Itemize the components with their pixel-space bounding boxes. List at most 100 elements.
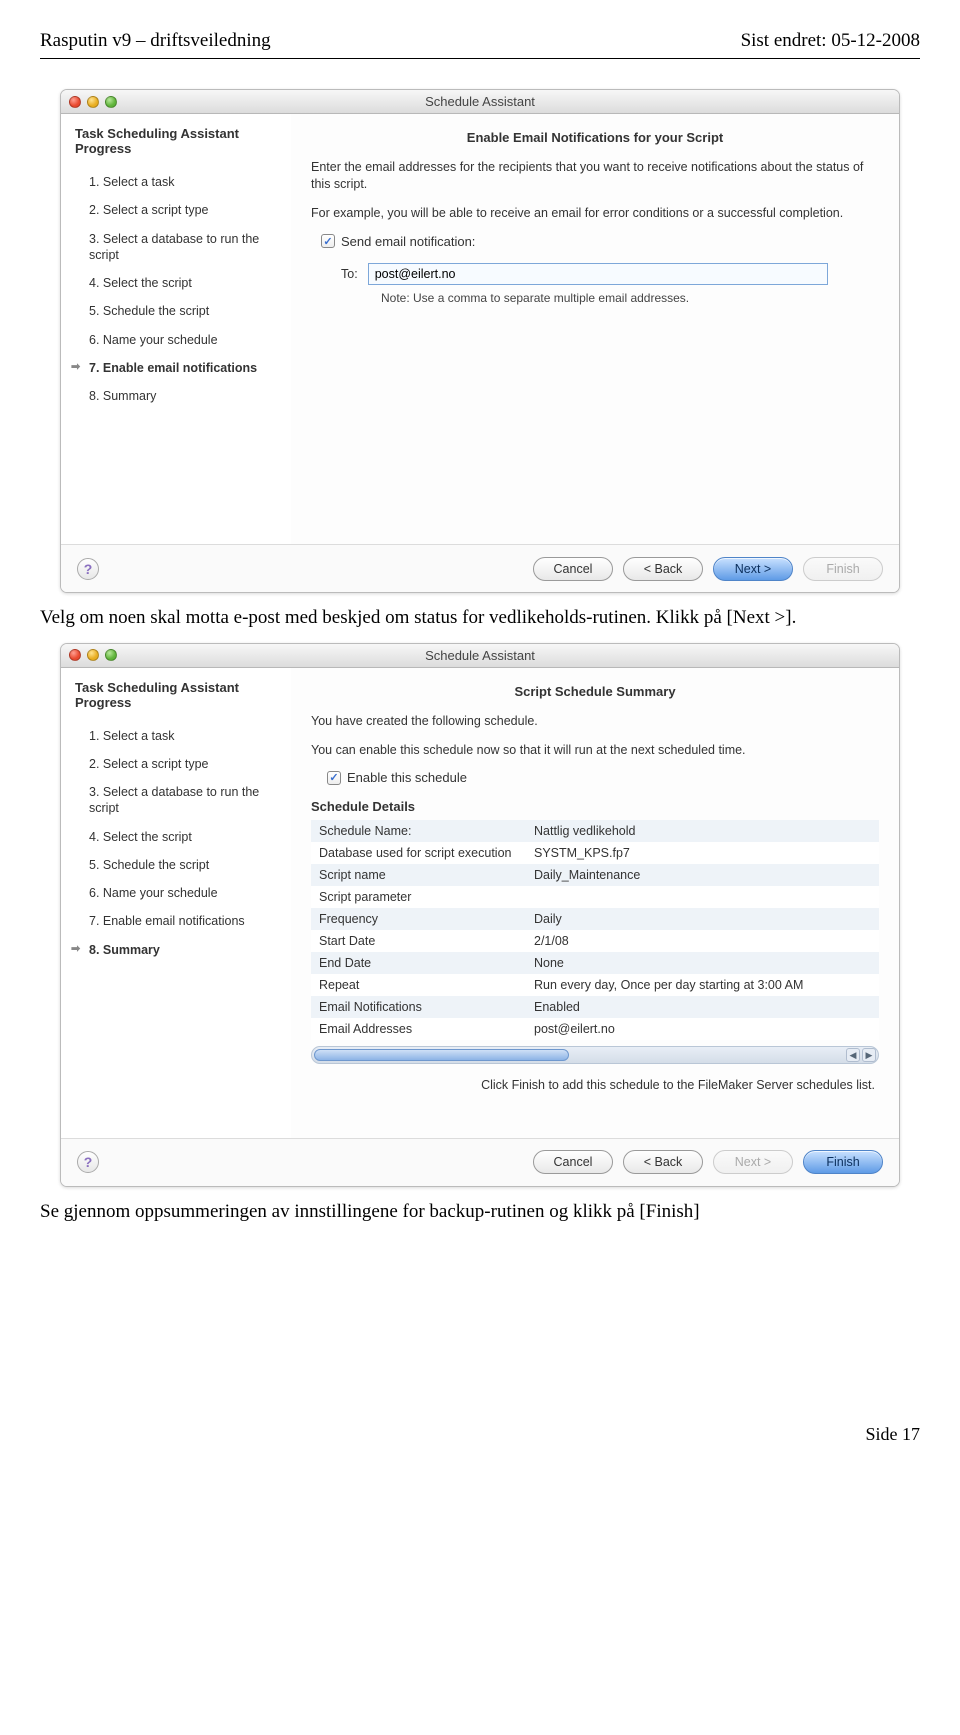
intro-text-2: For example, you will be able to receive… <box>311 205 879 222</box>
detail-value: SYSTM_KPS.fp7 <box>526 842 879 864</box>
to-input[interactable] <box>368 263 828 285</box>
table-row: Script nameDaily_Maintenance <box>311 864 879 886</box>
enable-schedule-checkbox[interactable]: ✓ <box>327 771 341 785</box>
detail-label: Email Notifications <box>311 996 526 1018</box>
wizard-sidebar: Task Scheduling Assistant Progress 1. Se… <box>61 668 291 1138</box>
cancel-button[interactable]: Cancel <box>533 1150 613 1174</box>
detail-value: Daily <box>526 908 879 930</box>
table-row: FrequencyDaily <box>311 908 879 930</box>
detail-value: Run every day, Once per day starting at … <box>526 974 879 996</box>
detail-label: Script parameter <box>311 886 526 908</box>
summary-text-2: You can enable this schedule now so that… <box>311 742 879 759</box>
button-bar: ? Cancel < Back Next > Finish <box>61 1138 899 1186</box>
detail-value <box>526 886 879 908</box>
detail-value: Nattlig vedlikehold <box>526 820 879 842</box>
page-title: Enable Email Notifications for your Scri… <box>311 130 879 145</box>
button-bar: ? Cancel < Back Next > Finish <box>61 544 899 592</box>
titlebar: Schedule Assistant <box>61 644 899 668</box>
wizard-step: 6. Name your schedule <box>75 326 281 354</box>
send-email-checkbox-row: ✓ Send email notification: <box>321 234 879 249</box>
wizard-step: 3. Select a database to run the script <box>75 778 281 823</box>
detail-value: post@eilert.no <box>526 1018 879 1040</box>
back-button[interactable]: < Back <box>623 557 703 581</box>
header-rule <box>40 58 920 59</box>
wizard-step: 2. Select a script type <box>75 196 281 224</box>
wizard-step: 4. Select the script <box>75 823 281 851</box>
scrollbar-thumb[interactable] <box>314 1049 569 1061</box>
finish-button: Finish <box>803 557 883 581</box>
wizard-steps: 1. Select a task2. Select a script type3… <box>75 722 281 964</box>
table-row: Start Date2/1/08 <box>311 930 879 952</box>
wizard-step: 5. Schedule the script <box>75 851 281 879</box>
table-row: Script parameter <box>311 886 879 908</box>
table-row: RepeatRun every day, Once per day starti… <box>311 974 879 996</box>
summary-text-1: You have created the following schedule. <box>311 713 879 730</box>
wizard-step: 1. Select a task <box>75 168 281 196</box>
detail-label: Script name <box>311 864 526 886</box>
next-button: Next > <box>713 1150 793 1174</box>
detail-value: None <box>526 952 879 974</box>
wizard-step: 4. Select the script <box>75 269 281 297</box>
wizard-main: Script Schedule Summary You have created… <box>291 668 899 1138</box>
finish-button[interactable]: Finish <box>803 1150 883 1174</box>
scroll-right-icon[interactable]: ▶ <box>862 1048 876 1062</box>
to-field-row: To: <box>341 263 879 285</box>
wizard-step: 7. Enable email notifications <box>75 907 281 935</box>
schedule-assistant-dialog-2: Schedule Assistant Task Scheduling Assis… <box>60 643 900 1187</box>
to-note: Note: Use a comma to separate multiple e… <box>381 291 879 305</box>
window-title: Schedule Assistant <box>61 648 899 663</box>
table-row: End DateNone <box>311 952 879 974</box>
body-text-1: Velg om noen skal motta e-post med beskj… <box>40 605 920 631</box>
enable-schedule-label: Enable this schedule <box>347 770 467 785</box>
detail-label: Email Addresses <box>311 1018 526 1040</box>
document-header: Rasputin v9 – driftsveiledning Sist endr… <box>40 30 920 52</box>
page-title: Script Schedule Summary <box>311 684 879 699</box>
help-icon[interactable]: ? <box>77 1151 99 1173</box>
wizard-step: 6. Name your schedule <box>75 879 281 907</box>
send-email-checkbox[interactable]: ✓ <box>321 234 335 248</box>
to-label: To: <box>341 267 358 281</box>
wizard-step: 7. Enable email notifications <box>75 354 281 382</box>
intro-text-1: Enter the email addresses for the recipi… <box>311 159 879 193</box>
schedule-assistant-dialog-1: Schedule Assistant Task Scheduling Assis… <box>60 89 900 593</box>
wizard-step: 3. Select a database to run the script <box>75 225 281 270</box>
detail-value: Enabled <box>526 996 879 1018</box>
schedule-details-table: Schedule Name:Nattlig vedlikeholdDatabas… <box>311 820 879 1040</box>
sidebar-heading: Task Scheduling Assistant Progress <box>75 126 281 156</box>
wizard-steps: 1. Select a task2. Select a script type3… <box>75 168 281 410</box>
table-row: Schedule Name:Nattlig vedlikehold <box>311 820 879 842</box>
doc-title-right: Sist endret: 05-12-2008 <box>741 30 920 52</box>
table-row: Database used for script executionSYSTM_… <box>311 842 879 864</box>
next-button[interactable]: Next > <box>713 557 793 581</box>
enable-schedule-row: ✓ Enable this schedule <box>327 770 879 785</box>
detail-value: Daily_Maintenance <box>526 864 879 886</box>
wizard-sidebar: Task Scheduling Assistant Progress 1. Se… <box>61 114 291 544</box>
detail-label: Repeat <box>311 974 526 996</box>
horizontal-scrollbar[interactable]: ◀ ▶ <box>311 1046 879 1064</box>
scroll-left-icon[interactable]: ◀ <box>846 1048 860 1062</box>
page-footer: Side 17 <box>40 1424 920 1445</box>
wizard-step: 5. Schedule the script <box>75 297 281 325</box>
detail-label: Database used for script execution <box>311 842 526 864</box>
finish-hint: Click Finish to add this schedule to the… <box>311 1078 879 1092</box>
table-row: Email NotificationsEnabled <box>311 996 879 1018</box>
back-button[interactable]: < Back <box>623 1150 703 1174</box>
doc-title-left: Rasputin v9 – driftsveiledning <box>40 30 271 52</box>
wizard-step: 1. Select a task <box>75 722 281 750</box>
detail-label: Start Date <box>311 930 526 952</box>
body-text-2: Se gjennom oppsummeringen av innstilling… <box>40 1199 920 1225</box>
wizard-step: 2. Select a script type <box>75 750 281 778</box>
cancel-button[interactable]: Cancel <box>533 557 613 581</box>
wizard-step: 8. Summary <box>75 382 281 410</box>
titlebar: Schedule Assistant <box>61 90 899 114</box>
send-email-label: Send email notification: <box>341 234 475 249</box>
wizard-main: Enable Email Notifications for your Scri… <box>291 114 899 544</box>
sidebar-heading: Task Scheduling Assistant Progress <box>75 680 281 710</box>
table-row: Email Addressespost@eilert.no <box>311 1018 879 1040</box>
detail-label: Frequency <box>311 908 526 930</box>
help-icon[interactable]: ? <box>77 558 99 580</box>
schedule-details-heading: Schedule Details <box>311 799 879 814</box>
detail-label: End Date <box>311 952 526 974</box>
window-title: Schedule Assistant <box>61 94 899 109</box>
detail-label: Schedule Name: <box>311 820 526 842</box>
